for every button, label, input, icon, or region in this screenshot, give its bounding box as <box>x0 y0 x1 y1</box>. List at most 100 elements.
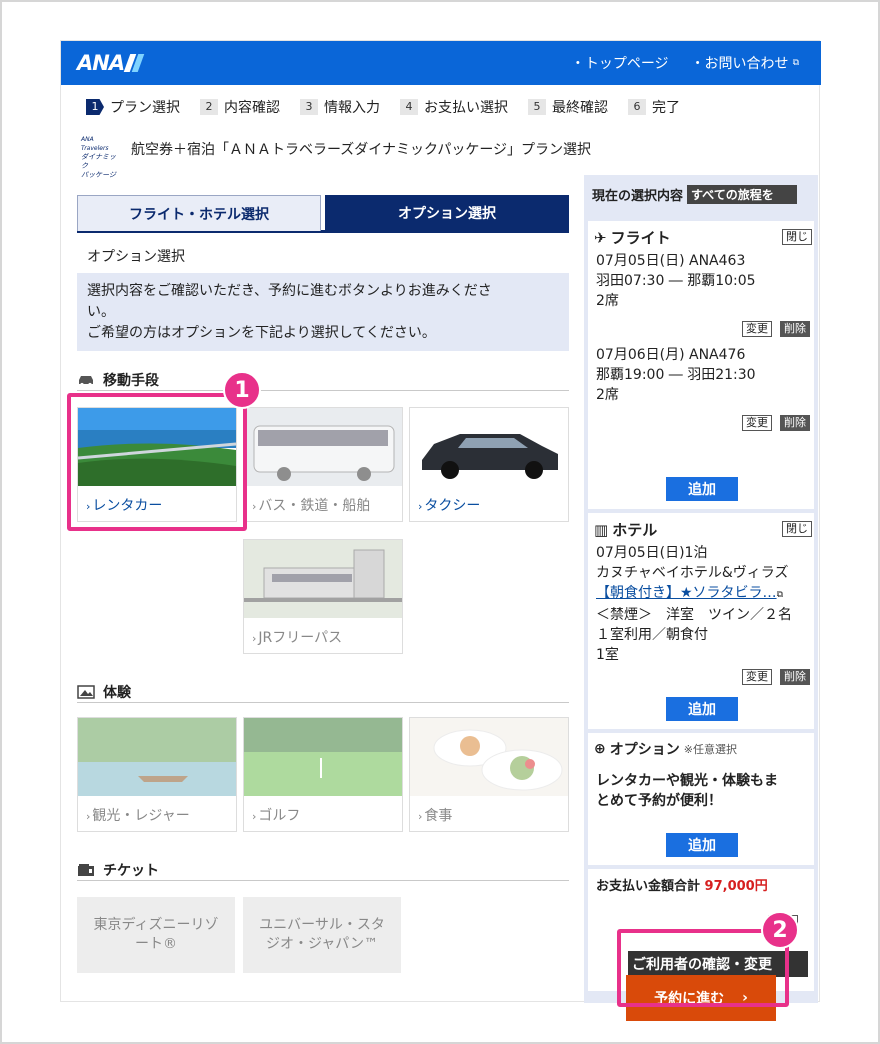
option-card-sightseeing[interactable]: 観光・レジャー <box>77 717 237 832</box>
ticket-card-usj[interactable]: ユニバーサル・スタジオ・ジャパン™ <box>243 897 401 973</box>
option-desc-line: とめて予約が便利！ <box>596 793 722 809</box>
option-desc-line: レンタカーや観光・体験もま <box>596 773 778 789</box>
cart-hotel-section: ▥ ホテル 閉じ 07月05日(日)1泊 カヌチャベイホテル&ヴィラズ 【朝食付… <box>588 513 814 729</box>
option-card-golf[interactable]: ゴルフ <box>243 717 403 832</box>
step-number: 2 <box>200 99 218 115</box>
info-line: ご希望の方はオプションを下記より選択してください。 <box>87 325 436 341</box>
top-page-link[interactable]: ・トップページ <box>571 53 669 73</box>
flight-add-button[interactable]: 追加 <box>666 477 738 501</box>
option-card-taxi[interactable]: タクシー <box>409 407 569 522</box>
hotel-date: 07月05日(日)1泊 <box>596 545 708 561</box>
photo-icon <box>77 684 95 699</box>
step-label: 最終確認 <box>552 100 608 116</box>
highlight-rentacar <box>67 393 247 531</box>
cart-header: 現在の選択内容 すべての旅程を <box>592 185 798 204</box>
step-info: 3 情報入力 <box>300 97 380 117</box>
info-line: 選択内容をご確認いただき、予約に進むボタンよりお進みくださ <box>87 283 492 299</box>
step-number: 4 <box>400 99 418 115</box>
step-label: お支払い選択 <box>424 100 508 116</box>
step-confirm: 2 内容確認 <box>200 97 280 117</box>
airplane-icon: ✈ <box>594 228 607 247</box>
option-add-button[interactable]: 追加 <box>666 833 738 857</box>
option-card-bus-rail-ship[interactable]: バス・鉄道・船舶 <box>243 407 403 522</box>
ticket-card-tokyo-disney[interactable]: 東京ディズニーリゾート® <box>77 897 235 973</box>
cart-sidebar: 現在の選択内容 すべての旅程を ✈ フライト 閉じ 07月05日(日) ANA4… <box>584 175 818 1021</box>
car-icon <box>79 375 93 386</box>
progress-steps: 1 プラン選択 2 内容確認 3 情報入力 4 お支払い選択 5 最終確認 6 完了 <box>86 97 680 117</box>
highlight-reserve <box>617 929 789 1007</box>
external-link-icon: ⧉ <box>792 58 799 68</box>
top-bar: ANA ・トップページ ・お問い合わせ ⧉ <box>61 41 821 85</box>
cart-flight-section: ✈ フライト 閉じ 07月05日(日) ANA463 羽田07:30 ― 那覇1… <box>588 221 814 509</box>
hotel-collapse-button[interactable]: 閉じ <box>782 521 812 537</box>
option-card-dining[interactable]: 食事 <box>409 717 569 832</box>
option-description: レンタカーや観光・体験もま とめて予約が便利！ <box>596 771 778 811</box>
step-label: 完了 <box>652 100 680 116</box>
option-label: 食事 <box>418 805 452 825</box>
canoe-photo <box>78 718 236 796</box>
top-nav: ・トップページ ・お問い合わせ ⧉ <box>571 41 799 85</box>
hotel-details: 07月05日(日)1泊 カヌチャベイホテル&ヴィラズ 【朝食付き】★ソラタビラ…… <box>596 543 814 665</box>
ticket-icon <box>78 863 94 876</box>
section-title: 体験 <box>103 684 131 701</box>
payment-total-amount: 97,000円 <box>704 879 768 894</box>
section-title: 移動手段 <box>103 372 159 389</box>
section-title: オプション選択 <box>87 249 185 265</box>
flight-seats: 2席 <box>596 293 619 309</box>
dining-photo <box>410 718 568 796</box>
logo-text: ANA <box>77 51 125 75</box>
info-line: い。 <box>87 304 115 320</box>
hotel-plan-link[interactable]: 【朝食付き】★ソラタビラ… <box>596 585 777 601</box>
cart-header-title: 現在の選択内容 <box>592 189 684 204</box>
flight-2-delete-button[interactable]: 削除 <box>780 415 810 431</box>
all-itinerary-button[interactable]: すべての旅程を <box>687 185 798 204</box>
tab-options[interactable]: オプション選択 <box>325 195 569 231</box>
option-title-text: オプション <box>609 742 680 758</box>
option-title: ⊕ オプション ※任意選択 <box>594 739 737 759</box>
flight-seats: 2席 <box>596 387 619 403</box>
ana-logo[interactable]: ANA <box>77 50 145 76</box>
ticket-section-header: チケット <box>77 859 569 881</box>
hotel-add-button[interactable]: 追加 <box>666 697 738 721</box>
hotel-title: ▥ ホテル <box>594 519 657 540</box>
step-plan: 1 プラン選択 <box>86 97 180 117</box>
flight-title: ✈ フライト <box>594 227 671 248</box>
flight-date-number: 07月05日(日) ANA463 <box>596 253 746 269</box>
flight-1-delete-button[interactable]: 削除 <box>780 321 810 337</box>
flight-1-change-button[interactable]: 変更 <box>742 321 772 337</box>
payment-total-label: お支払い金額合計 <box>596 879 701 894</box>
booking-page: ANA ・トップページ ・お問い合わせ ⧉ 1 プラン選択 2 内容確認 3 情報入力 … <box>60 40 821 1021</box>
step-payment: 4 お支払い選択 <box>400 97 508 117</box>
hotel-name: カヌチャベイホテル&ヴィラズ <box>596 565 789 581</box>
selection-tabs: フライト・ホテル選択 オプション選択 <box>77 195 569 233</box>
package-title: 航空券＋宿泊「ＡＮＡトラベラーズダイナミックパッケージ」プラン選択 <box>131 142 592 158</box>
train-photo <box>244 540 402 618</box>
golf-photo <box>244 718 402 796</box>
step-complete: 6 完了 <box>628 97 680 117</box>
option-label: 観光・レジャー <box>86 805 189 825</box>
external-link-icon: ⧉ <box>776 590 783 600</box>
hotel-usage: １室利用／朝食付 <box>596 627 708 643</box>
step-label: 情報入力 <box>324 100 380 116</box>
flight-title-text: フライト <box>610 229 671 247</box>
step-number: 3 <box>300 99 318 115</box>
package-title-row: ANA Travelers ダイナミック パッケージ 航空券＋宿泊「ＡＮＡトラベ… <box>81 135 592 179</box>
flight-2-change-button[interactable]: 変更 <box>742 415 772 431</box>
option-card-jr-free-pass[interactable]: JRフリーパス <box>243 539 403 654</box>
hotel-change-button[interactable]: 変更 <box>742 669 772 685</box>
flight-leg-2: 07月06日(月) ANA476 那覇19:00 ― 羽田21:30 2席 <box>596 345 756 405</box>
cart-option-section: ⊕ オプション ※任意選択 レンタカーや観光・体験もま とめて予約が便利！ 追加 <box>588 733 814 865</box>
step-number: 6 <box>628 99 646 115</box>
hotel-delete-button[interactable]: 削除 <box>780 669 810 685</box>
taxi-photo <box>410 408 568 486</box>
contact-link[interactable]: ・お問い合わせ ⧉ <box>691 53 799 73</box>
section-title: チケット <box>103 862 159 879</box>
transport-section-header: 移動手段 <box>77 369 569 391</box>
hotel-room-count: 1室 <box>596 647 619 663</box>
flight-collapse-button[interactable]: 閉じ <box>782 229 812 245</box>
option-label: ゴルフ <box>252 805 300 825</box>
bus-photo <box>244 408 402 486</box>
tab-flight-hotel[interactable]: フライト・ホテル選択 <box>77 195 321 231</box>
flight-times: 羽田07:30 ― 那覇10:05 <box>596 273 756 289</box>
step-label: プラン選択 <box>110 100 180 116</box>
